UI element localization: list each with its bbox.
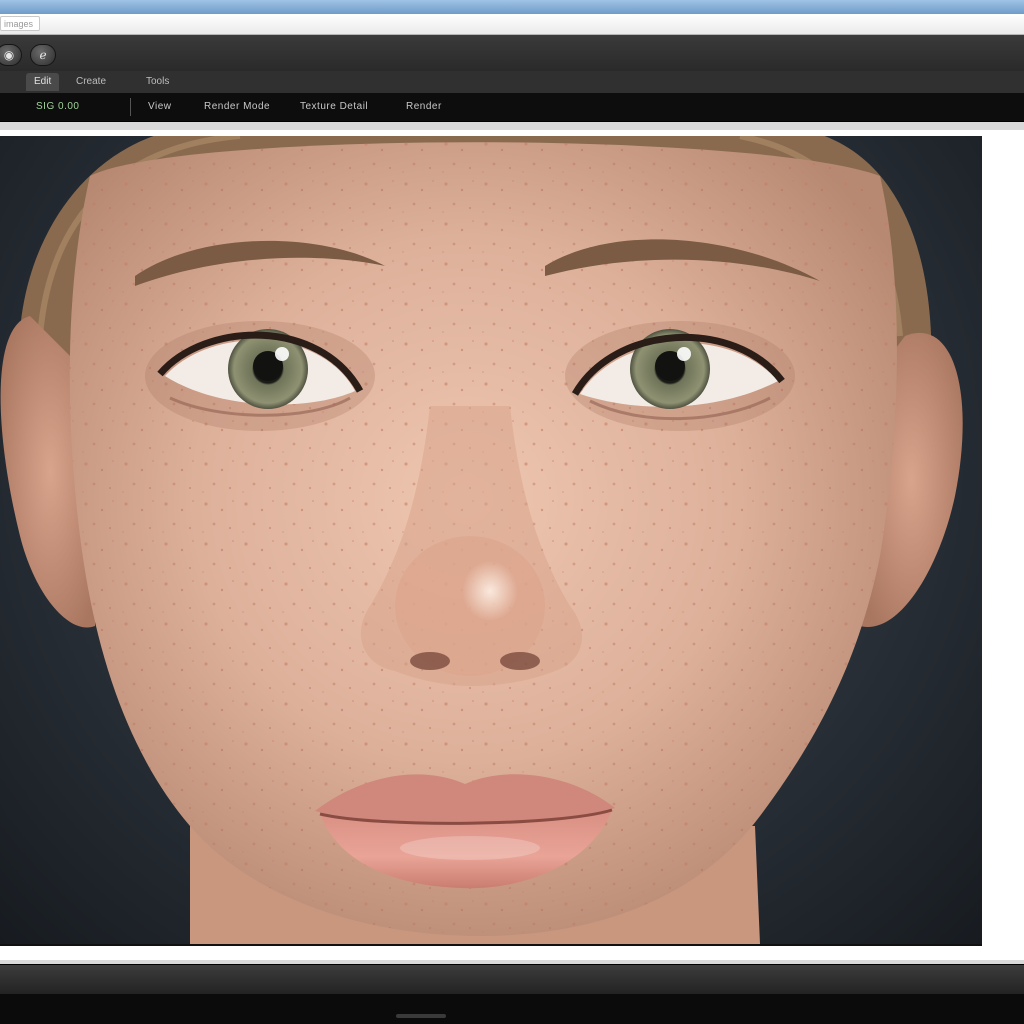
record-icon[interactable]: ◉ (0, 44, 22, 66)
render-mode-menu[interactable]: Render Mode (204, 99, 270, 115)
tab-create[interactable]: Create (68, 73, 114, 91)
bezel-logo (396, 1014, 446, 1018)
texture-detail-menu[interactable]: Texture Detail (300, 99, 368, 115)
menu-tabs: Edit Create Tools (0, 71, 1024, 93)
brush-icon[interactable]: ℯ (30, 44, 56, 66)
monitor-bezel (0, 994, 1024, 1024)
tab-tools[interactable]: Tools (138, 73, 177, 91)
view-menu[interactable]: View (148, 99, 172, 115)
render-menu[interactable]: Render (406, 99, 442, 115)
os-title-strip (0, 0, 1024, 14)
status-bar (0, 964, 1024, 995)
address-bar: images (0, 14, 1024, 35)
sig-readout: SIG 0.00 (36, 101, 80, 112)
main-toolbar: ◉ ℯ (0, 35, 1024, 72)
options-divider (130, 98, 131, 116)
render-canvas[interactable] (0, 136, 982, 946)
options-bar: SIG 0.00 View Render Mode Texture Detail… (0, 93, 1024, 122)
address-field[interactable]: images (0, 16, 40, 31)
tab-edit[interactable]: Edit (26, 73, 60, 91)
app-window: images ◉ ℯ Edit Create Tools SIG 0.00 Vi… (0, 0, 1024, 1024)
face-render (0, 136, 963, 944)
